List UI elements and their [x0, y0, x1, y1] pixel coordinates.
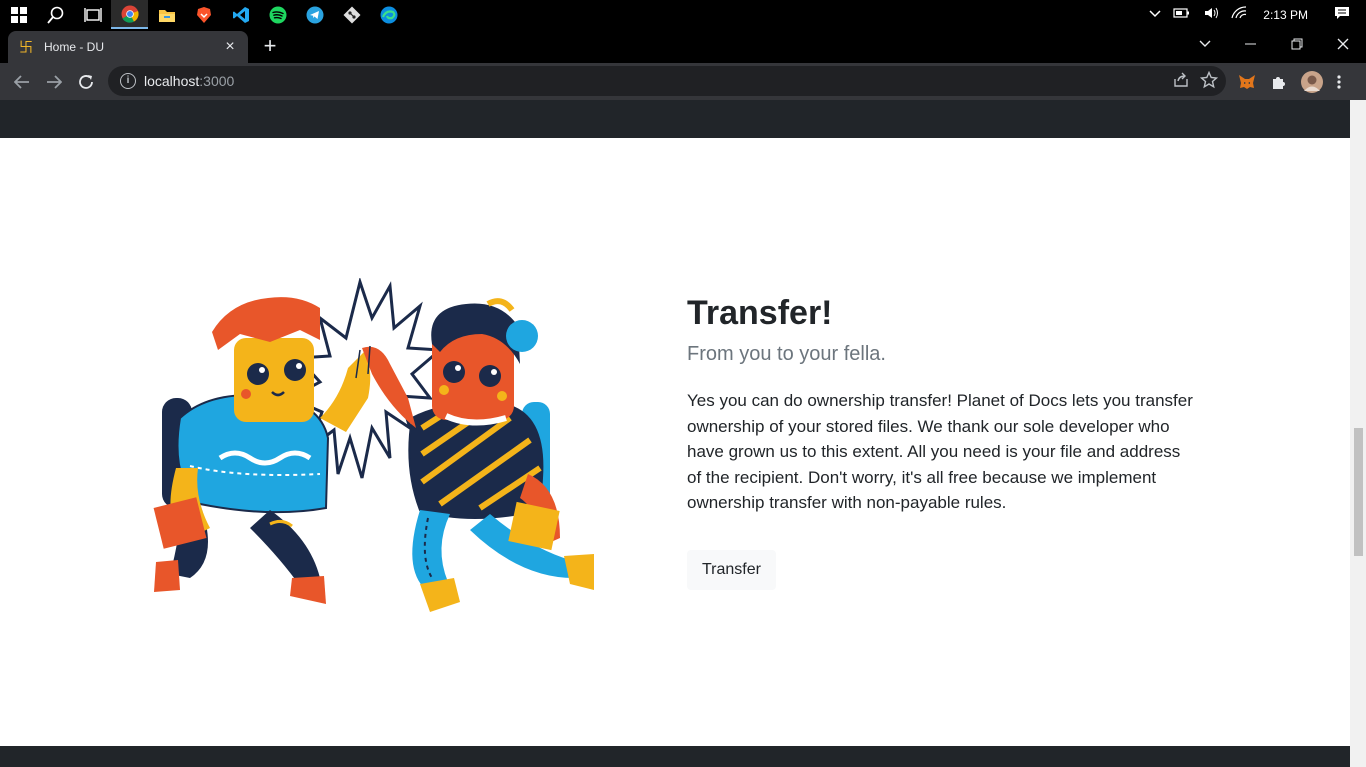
- section-description: Yes you can do ownership transfer! Plane…: [687, 391, 1193, 512]
- window-controls: [1182, 29, 1366, 59]
- clock-time[interactable]: 2:13 PM: [1253, 8, 1328, 22]
- site-info-icon[interactable]: i: [120, 73, 136, 89]
- metamask-icon[interactable]: [1238, 63, 1256, 100]
- vscode-icon[interactable]: [222, 0, 259, 29]
- transfer-button[interactable]: Transfer: [687, 549, 776, 590]
- page-title: Transfer!: [687, 294, 833, 332]
- spotify-icon[interactable]: [259, 0, 296, 29]
- tab-title: Home - DU: [44, 40, 105, 54]
- new-tab-button[interactable]: +: [258, 35, 282, 59]
- task-view-icon[interactable]: [74, 0, 111, 29]
- notification-icon[interactable]: [1328, 6, 1366, 23]
- share-icon[interactable]: [1172, 71, 1190, 92]
- battery-icon[interactable]: [1167, 7, 1197, 22]
- extensions-puzzle-icon[interactable]: [1271, 63, 1287, 100]
- site-navbar: [0, 100, 1350, 138]
- profile-avatar[interactable]: [1300, 63, 1324, 100]
- browser-toolbar: i localhost:3000: [0, 63, 1366, 100]
- tab-search-icon[interactable]: [1182, 29, 1228, 59]
- chrome-icon[interactable]: [111, 0, 148, 29]
- scrollbar-thumb[interactable]: [1354, 428, 1363, 556]
- file-explorer-icon[interactable]: [148, 0, 185, 29]
- url-port: :3000: [199, 73, 235, 89]
- edge-icon[interactable]: [370, 0, 407, 29]
- site-footer: [0, 746, 1350, 767]
- close-tab-icon[interactable]: ×: [222, 39, 238, 55]
- reload-icon[interactable]: [70, 66, 102, 98]
- search-icon[interactable]: [37, 0, 74, 29]
- wifi-icon[interactable]: [1225, 6, 1253, 23]
- transfer-section: Transfer! From you to your fella. Yes yo…: [687, 290, 1197, 590]
- url-host: localhost: [144, 73, 200, 89]
- high-five-illustration: [153, 278, 594, 612]
- telegram-icon[interactable]: [296, 0, 333, 29]
- page-scrollbar[interactable]: [1350, 100, 1366, 767]
- chevron-up-icon[interactable]: [1143, 8, 1167, 22]
- page-viewport: Transfer! From you to your fella. Yes yo…: [0, 100, 1350, 767]
- close-window-icon[interactable]: [1320, 29, 1366, 59]
- windows-taskbar: 2:13 PM: [0, 0, 1366, 29]
- brave-icon[interactable]: [185, 0, 222, 29]
- windows-start-icon[interactable]: [0, 0, 37, 29]
- system-tray: 2:13 PM: [1143, 0, 1366, 29]
- back-arrow-icon[interactable]: [6, 66, 38, 98]
- site-favicon-icon: 卐: [19, 39, 33, 55]
- section-subtitle: From you to your fella.: [687, 343, 886, 365]
- address-bar[interactable]: i localhost:3000: [108, 66, 1226, 96]
- minimize-icon[interactable]: [1228, 29, 1274, 59]
- volume-icon[interactable]: [1197, 6, 1225, 23]
- git-icon[interactable]: [333, 0, 370, 29]
- browser-tabstrip: 卐 Home - DU × +: [0, 29, 1366, 63]
- forward-arrow-icon[interactable]: [38, 66, 70, 98]
- more-menu-icon[interactable]: [1337, 63, 1341, 100]
- restore-icon[interactable]: [1274, 29, 1320, 59]
- bookmark-star-icon[interactable]: [1199, 70, 1219, 92]
- tab-home-du[interactable]: 卐 Home - DU ×: [8, 31, 248, 63]
